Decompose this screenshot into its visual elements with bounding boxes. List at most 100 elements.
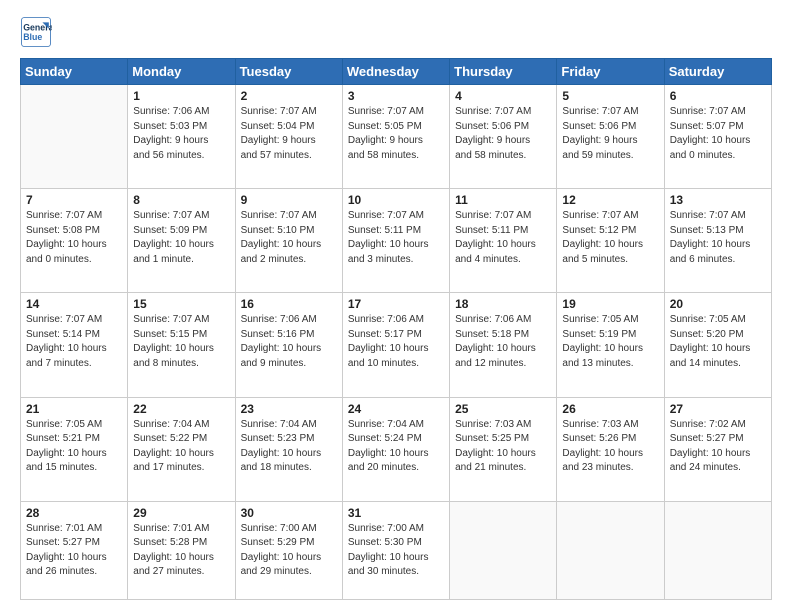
logo: General Blue xyxy=(20,16,56,48)
calendar-cell: 14 Sunrise: 7:07 AMSunset: 5:14 PMDayligh… xyxy=(21,293,128,397)
day-info: Sunrise: 7:07 AMSunset: 5:15 PMDaylight:… xyxy=(133,313,229,371)
calendar-header-tuesday: Tuesday xyxy=(235,59,342,85)
day-number: 15 xyxy=(133,297,229,311)
calendar-cell: 19 Sunrise: 7:05 AMSunset: 5:19 PMDayligh… xyxy=(557,293,664,397)
calendar-cell: 18 Sunrise: 7:06 AMSunset: 5:18 PMDayligh… xyxy=(450,293,557,397)
day-info: Sunrise: 7:07 AMSunset: 5:05 PMDaylight:… xyxy=(348,105,444,163)
calendar-cell xyxy=(21,85,128,189)
calendar-cell: 25 Sunrise: 7:03 AMSunset: 5:25 PMDayligh… xyxy=(450,397,557,501)
day-number: 27 xyxy=(670,402,766,416)
calendar-header-wednesday: Wednesday xyxy=(342,59,449,85)
day-number: 16 xyxy=(241,297,337,311)
day-number: 29 xyxy=(133,506,229,520)
day-number: 21 xyxy=(26,402,122,416)
day-info: Sunrise: 7:07 AMSunset: 5:12 PMDaylight:… xyxy=(562,209,658,267)
day-info: Sunrise: 7:06 AMSunset: 5:18 PMDaylight:… xyxy=(455,313,551,371)
day-number: 8 xyxy=(133,193,229,207)
calendar-header-monday: Monday xyxy=(128,59,235,85)
day-info: Sunrise: 7:07 AMSunset: 5:13 PMDaylight:… xyxy=(670,209,766,267)
day-number: 30 xyxy=(241,506,337,520)
day-number: 13 xyxy=(670,193,766,207)
calendar-cell: 7 Sunrise: 7:07 AMSunset: 5:08 PMDaylight… xyxy=(21,189,128,293)
day-info: Sunrise: 7:07 AMSunset: 5:06 PMDaylight:… xyxy=(562,105,658,163)
day-info: Sunrise: 7:06 AMSunset: 5:17 PMDaylight:… xyxy=(348,313,444,371)
calendar-cell: 12 Sunrise: 7:07 AMSunset: 5:12 PMDayligh… xyxy=(557,189,664,293)
calendar-table: SundayMondayTuesdayWednesdayThursdayFrid… xyxy=(20,58,772,600)
day-info: Sunrise: 7:07 AMSunset: 5:11 PMDaylight:… xyxy=(455,209,551,267)
day-number: 20 xyxy=(670,297,766,311)
calendar-cell: 24 Sunrise: 7:04 AMSunset: 5:24 PMDayligh… xyxy=(342,397,449,501)
day-number: 14 xyxy=(26,297,122,311)
calendar-cell: 27Sunrise: 7:02 AMSunset: 5:27 PMDayligh… xyxy=(664,397,771,501)
calendar-cell: 9Sunrise: 7:07 AMSunset: 5:10 PMDaylight… xyxy=(235,189,342,293)
calendar-header-thursday: Thursday xyxy=(450,59,557,85)
day-number: 23 xyxy=(241,402,337,416)
day-info: Sunrise: 7:07 AMSunset: 5:07 PMDaylight:… xyxy=(670,105,766,163)
day-info: Sunrise: 7:07 AMSunset: 5:04 PMDaylight:… xyxy=(241,105,337,163)
week-row-1: 1Sunrise: 7:06 AMSunset: 5:03 PMDaylight… xyxy=(21,85,772,189)
calendar-cell xyxy=(557,501,664,599)
day-info: Sunrise: 7:06 AMSunset: 5:16 PMDaylight:… xyxy=(241,313,337,371)
day-number: 2 xyxy=(241,89,337,103)
calendar-cell: 8 Sunrise: 7:07 AMSunset: 5:09 PMDaylight… xyxy=(128,189,235,293)
header: General Blue xyxy=(20,16,772,48)
day-number: 7 xyxy=(26,193,122,207)
day-info: Sunrise: 7:07 AMSunset: 5:09 PMDaylight:… xyxy=(133,209,229,267)
day-info: Sunrise: 7:04 AMSunset: 5:22 PMDaylight:… xyxy=(133,418,229,476)
day-info: Sunrise: 7:07 AMSunset: 5:10 PMDaylight:… xyxy=(241,209,337,267)
calendar-cell: 6Sunrise: 7:07 AMSunset: 5:07 PMDaylight… xyxy=(664,85,771,189)
calendar-cell: 1Sunrise: 7:06 AMSunset: 5:03 PMDaylight… xyxy=(128,85,235,189)
day-info: Sunrise: 7:00 AMSunset: 5:30 PMDaylight:… xyxy=(348,522,444,580)
calendar-cell: 16 Sunrise: 7:06 AMSunset: 5:16 PMDayligh… xyxy=(235,293,342,397)
calendar-cell: 26 Sunrise: 7:03 AMSunset: 5:26 PMDayligh… xyxy=(557,397,664,501)
day-number: 31 xyxy=(348,506,444,520)
day-info: Sunrise: 7:05 AMSunset: 5:21 PMDaylight:… xyxy=(26,418,122,476)
calendar-cell: 23 Sunrise: 7:04 AMSunset: 5:23 PMDayligh… xyxy=(235,397,342,501)
svg-text:Blue: Blue xyxy=(23,32,42,42)
day-number: 19 xyxy=(562,297,658,311)
day-info: Sunrise: 7:05 AMSunset: 5:20 PMDaylight:… xyxy=(670,313,766,371)
day-number: 3 xyxy=(348,89,444,103)
week-row-2: 7 Sunrise: 7:07 AMSunset: 5:08 PMDaylight… xyxy=(21,189,772,293)
day-number: 11 xyxy=(455,193,551,207)
day-number: 12 xyxy=(562,193,658,207)
day-info: Sunrise: 7:05 AMSunset: 5:19 PMDaylight:… xyxy=(562,313,658,371)
week-row-4: 21 Sunrise: 7:05 AMSunset: 5:21 PMDayligh… xyxy=(21,397,772,501)
calendar-cell xyxy=(450,501,557,599)
calendar-cell: 13 Sunrise: 7:07 AMSunset: 5:13 PMDayligh… xyxy=(664,189,771,293)
week-row-3: 14 Sunrise: 7:07 AMSunset: 5:14 PMDayligh… xyxy=(21,293,772,397)
day-info: Sunrise: 7:01 AMSunset: 5:28 PMDaylight:… xyxy=(133,522,229,580)
calendar-cell: 30Sunrise: 7:00 AMSunset: 5:29 PMDayligh… xyxy=(235,501,342,599)
day-number: 18 xyxy=(455,297,551,311)
logo-icon: General Blue xyxy=(20,16,52,48)
calendar-header-friday: Friday xyxy=(557,59,664,85)
calendar-cell: 17 Sunrise: 7:06 AMSunset: 5:17 PMDayligh… xyxy=(342,293,449,397)
page: General Blue SundayMondayTuesdayWednesda… xyxy=(0,0,792,612)
day-number: 17 xyxy=(348,297,444,311)
calendar-cell: 29 Sunrise: 7:01 AMSunset: 5:28 PMDayligh… xyxy=(128,501,235,599)
calendar-header-row: SundayMondayTuesdayWednesdayThursdayFrid… xyxy=(21,59,772,85)
day-number: 24 xyxy=(348,402,444,416)
calendar-cell: 10Sunrise: 7:07 AMSunset: 5:11 PMDayligh… xyxy=(342,189,449,293)
calendar-cell: 22Sunrise: 7:04 AMSunset: 5:22 PMDayligh… xyxy=(128,397,235,501)
day-info: Sunrise: 7:04 AMSunset: 5:24 PMDaylight:… xyxy=(348,418,444,476)
day-number: 5 xyxy=(562,89,658,103)
day-info: Sunrise: 7:04 AMSunset: 5:23 PMDaylight:… xyxy=(241,418,337,476)
calendar-cell: 15 Sunrise: 7:07 AMSunset: 5:15 PMDayligh… xyxy=(128,293,235,397)
day-number: 4 xyxy=(455,89,551,103)
calendar-cell: 21 Sunrise: 7:05 AMSunset: 5:21 PMDayligh… xyxy=(21,397,128,501)
day-number: 25 xyxy=(455,402,551,416)
calendar-cell: 11 Sunrise: 7:07 AMSunset: 5:11 PMDayligh… xyxy=(450,189,557,293)
day-info: Sunrise: 7:07 AMSunset: 5:08 PMDaylight:… xyxy=(26,209,122,267)
day-number: 10 xyxy=(348,193,444,207)
calendar-cell: 5 Sunrise: 7:07 AMSunset: 5:06 PMDaylight… xyxy=(557,85,664,189)
calendar-header-sunday: Sunday xyxy=(21,59,128,85)
day-info: Sunrise: 7:03 AMSunset: 5:26 PMDaylight:… xyxy=(562,418,658,476)
calendar-cell xyxy=(664,501,771,599)
day-number: 26 xyxy=(562,402,658,416)
day-info: Sunrise: 7:03 AMSunset: 5:25 PMDaylight:… xyxy=(455,418,551,476)
day-info: Sunrise: 7:06 AMSunset: 5:03 PMDaylight:… xyxy=(133,105,229,163)
day-number: 28 xyxy=(26,506,122,520)
calendar-cell: 28Sunrise: 7:01 AMSunset: 5:27 PMDayligh… xyxy=(21,501,128,599)
day-info: Sunrise: 7:07 AMSunset: 5:14 PMDaylight:… xyxy=(26,313,122,371)
